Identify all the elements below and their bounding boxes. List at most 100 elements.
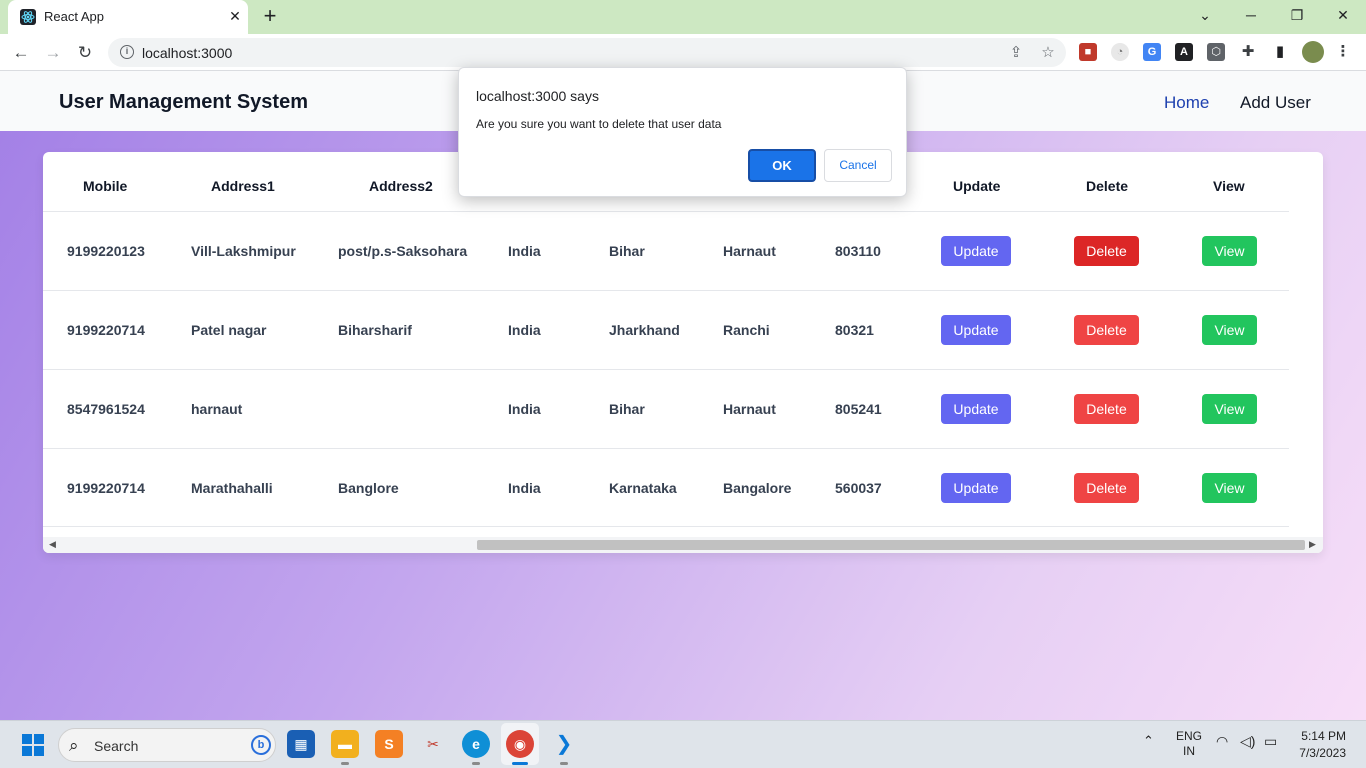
scroll-right-arrow-icon[interactable]: ▶: [1309, 539, 1316, 550]
extension-icon[interactable]: ■: [1079, 43, 1097, 61]
cell-city: Harnaut: [723, 401, 776, 417]
browser-menu-icon[interactable]: ⋮: [1334, 43, 1352, 61]
cell-pin: 803110: [835, 243, 881, 259]
wifi-icon[interactable]: ◠: [1216, 733, 1228, 750]
site-info-icon[interactable]: i: [120, 45, 134, 59]
column-header-address2: Address2: [369, 178, 433, 194]
volume-icon[interactable]: ◁): [1240, 733, 1255, 750]
edge-browser-icon[interactable]: e: [462, 730, 490, 758]
reload-icon[interactable]: ↻: [72, 40, 98, 66]
running-indicator: [341, 762, 349, 765]
scrollbar-thumb[interactable]: [477, 540, 1305, 550]
nav-add-user-link[interactable]: Add User: [1240, 93, 1311, 113]
tab-close-icon[interactable]: ✕: [226, 7, 244, 25]
google-translate-icon[interactable]: G: [1143, 43, 1161, 61]
cell-state: Jharkhand: [609, 322, 680, 338]
new-tab-icon[interactable]: +: [258, 5, 282, 29]
cell-address1: harnaut: [191, 401, 243, 417]
snipping-tool-icon[interactable]: ✂: [419, 730, 447, 758]
confirm-dialog: localhost:3000 says Are you sure you wan…: [458, 67, 907, 197]
nav-home-link[interactable]: Home: [1164, 93, 1209, 113]
running-indicator: [472, 762, 480, 765]
sublime-text-icon[interactable]: S: [375, 730, 403, 758]
taskbar-search-text[interactable]: Search: [94, 738, 138, 754]
cell-country: India: [508, 243, 541, 259]
bookmark-star-icon[interactable]: ☆: [1038, 43, 1058, 63]
cell-state: Bihar: [609, 401, 645, 417]
battery-icon[interactable]: ▭: [1264, 733, 1277, 750]
clock-time: 5:14 PM: [1301, 729, 1346, 743]
update-button[interactable]: Update: [941, 394, 1011, 424]
view-button[interactable]: View: [1202, 394, 1257, 424]
update-button[interactable]: Update: [941, 473, 1011, 503]
ok-button[interactable]: OK: [748, 149, 816, 182]
bing-icon[interactable]: b: [251, 735, 271, 755]
table-row: 8547961524 harnaut India Bihar Harnaut 8…: [43, 369, 1289, 448]
extension-icon[interactable]: ◔: [1111, 43, 1129, 61]
tab-title: React App: [44, 9, 104, 24]
view-button[interactable]: View: [1202, 473, 1257, 503]
browser-tab[interactable]: React App ✕: [8, 0, 248, 34]
microsoft-store-icon[interactable]: ▦: [287, 730, 315, 758]
horizontal-scrollbar[interactable]: ◀ ▶: [43, 537, 1323, 553]
cell-address1: Marathahalli: [191, 480, 273, 496]
view-button[interactable]: View: [1202, 236, 1257, 266]
system-clock[interactable]: 5:14 PM 7/3/2023: [1290, 728, 1346, 762]
minimize-icon[interactable]: ─: [1238, 4, 1264, 26]
profile-avatar[interactable]: [1302, 41, 1324, 63]
cell-address2: post/p.s-Saksohara: [338, 243, 468, 259]
update-button[interactable]: Update: [941, 315, 1011, 345]
cell-mobile: 9199220123: [67, 243, 145, 259]
file-explorer-icon[interactable]: ▬: [331, 730, 359, 758]
cell-mobile: 8547961524: [67, 401, 145, 417]
update-button[interactable]: Update: [941, 236, 1011, 266]
running-indicator: [560, 762, 568, 765]
share-icon[interactable]: ⇪: [1006, 43, 1026, 63]
cell-mobile: 9199220714: [67, 480, 145, 496]
users-table-card: Mobile Address1 Address2 Update Delete V…: [43, 152, 1323, 553]
cell-pin: 560037: [835, 480, 882, 496]
table-row: 9199220714 Marathahalli Banglore India K…: [43, 448, 1289, 527]
windows-start-icon[interactable]: [22, 734, 44, 756]
active-indicator: [512, 762, 528, 765]
tray-overflow-icon[interactable]: ⌃: [1143, 733, 1154, 749]
side-panel-icon[interactable]: ▮: [1271, 43, 1289, 61]
chrome-browser-icon[interactable]: ◉: [506, 730, 534, 758]
delete-button[interactable]: Delete: [1074, 236, 1139, 266]
react-favicon-icon: [20, 9, 36, 25]
extension-icon[interactable]: ⬡: [1207, 43, 1225, 61]
search-icon: ⌕: [69, 736, 79, 755]
column-header-delete: Delete: [1086, 178, 1129, 194]
extensions-puzzle-icon[interactable]: ✚: [1239, 43, 1257, 61]
cell-country: India: [508, 322, 541, 338]
delete-button[interactable]: Delete: [1074, 315, 1139, 345]
cancel-button[interactable]: Cancel: [824, 149, 892, 182]
close-window-icon[interactable]: ✕: [1330, 4, 1356, 26]
taskbar-search[interactable]: ⌕ Search b: [58, 728, 276, 762]
maximize-icon[interactable]: ❐: [1284, 4, 1310, 26]
cell-address1: Patel nagar: [191, 322, 267, 338]
table-row: 9199220714 Patel nagar Biharsharif India…: [43, 290, 1289, 369]
region-text: IN: [1183, 744, 1195, 758]
cell-mobile: 9199220714: [67, 322, 145, 338]
forward-icon[interactable]: →: [40, 40, 66, 66]
delete-button[interactable]: Delete: [1074, 473, 1139, 503]
vscode-icon[interactable]: ❯: [550, 730, 578, 758]
address-bar[interactable]: i localhost:3000 ⇪ ☆: [108, 38, 1066, 67]
table-row: 9199220123 Vill-Lakshmipur post/p.s-Saks…: [43, 211, 1289, 290]
language-indicator[interactable]: ENG IN: [1175, 729, 1203, 759]
back-icon[interactable]: ←: [8, 40, 34, 66]
dialog-title: localhost:3000 says: [476, 88, 599, 104]
view-button[interactable]: View: [1202, 315, 1257, 345]
column-header-mobile: Mobile: [83, 178, 128, 194]
cell-city: Bangalore: [723, 480, 792, 496]
scroll-left-arrow-icon[interactable]: ◀: [49, 539, 56, 550]
cell-pin: 805241: [835, 401, 882, 417]
url-text[interactable]: localhost:3000: [142, 45, 232, 61]
tab-search-icon[interactable]: ⌄: [1192, 4, 1218, 26]
cell-state: Karnataka: [609, 480, 677, 496]
brand-title: User Management System: [59, 91, 308, 113]
clock-date: 7/3/2023: [1299, 746, 1346, 760]
angular-devtools-icon[interactable]: A: [1175, 43, 1193, 61]
delete-button[interactable]: Delete: [1074, 394, 1139, 424]
